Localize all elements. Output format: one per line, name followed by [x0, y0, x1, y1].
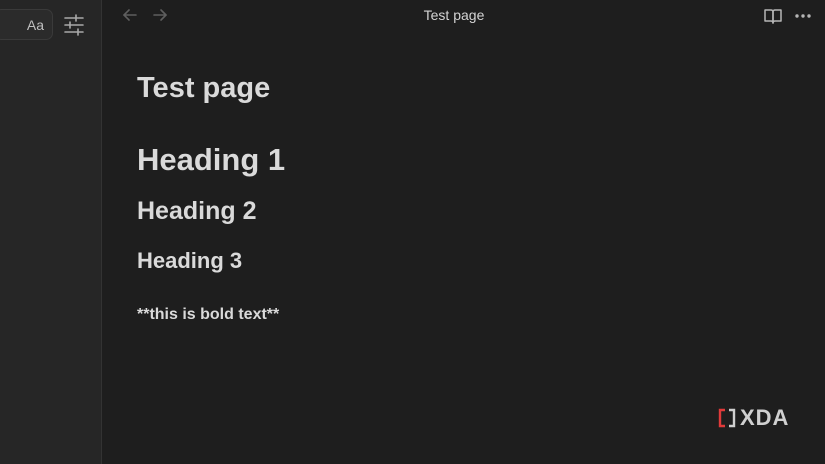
- sidebar: Aa: [0, 0, 102, 464]
- font-button-label: Aa: [26, 16, 44, 33]
- app-window: Aa Test page Test page Heading 1 Heading…: [0, 0, 825, 464]
- heading-1[interactable]: Heading 1: [137, 142, 285, 178]
- view-header-title[interactable]: Test page: [103, 7, 825, 23]
- top-bar: Test page: [103, 0, 825, 32]
- xda-logo-icon: [718, 408, 736, 428]
- font-settings-button[interactable]: Aa: [0, 9, 53, 40]
- book-open-icon[interactable]: [763, 6, 783, 26]
- page-title[interactable]: Test page: [137, 72, 270, 105]
- heading-3[interactable]: Heading 3: [137, 248, 242, 274]
- sliders-icon[interactable]: [63, 14, 85, 36]
- heading-2[interactable]: Heading 2: [137, 197, 256, 226]
- xda-watermark: XDA: [717, 406, 789, 430]
- paragraph-text[interactable]: **this is bold text**: [137, 306, 279, 324]
- more-horizontal-icon[interactable]: [793, 6, 813, 26]
- watermark-text: XDA: [740, 405, 790, 430]
